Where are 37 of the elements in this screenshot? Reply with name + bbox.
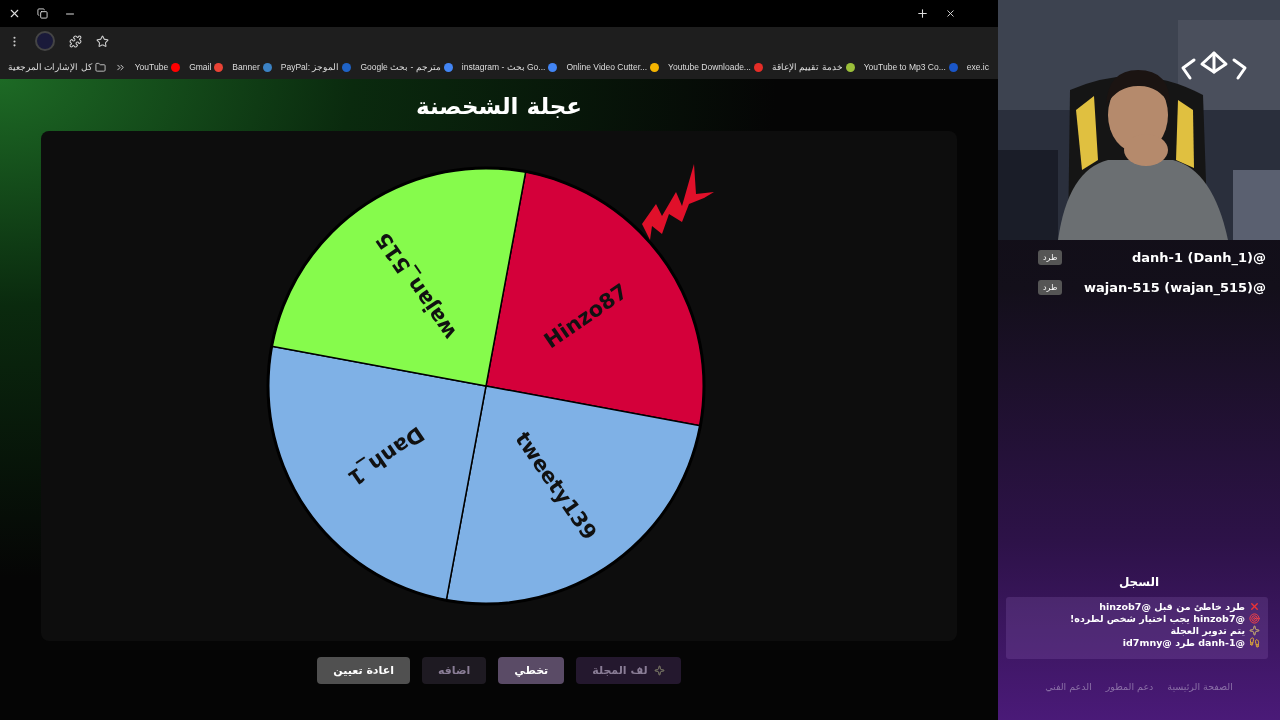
log-title: السجل xyxy=(1117,575,1161,589)
reset-button[interactable]: اعادة تعيين xyxy=(317,657,410,684)
sparkle-icon xyxy=(1249,625,1260,636)
logo-icon xyxy=(1180,50,1248,82)
log-entry: يتم تدوير العجلة xyxy=(1170,625,1245,636)
tab-close-icon[interactable] xyxy=(945,8,956,19)
log-entry: طرد خاطئ من قبل @hinzob7 xyxy=(1099,601,1245,612)
skip-button[interactable]: تخطي xyxy=(498,657,565,684)
bookmark[interactable]: خدمة تقييم الإعاقة xyxy=(771,62,855,72)
player-name: @wajan-515 (wajan_515) xyxy=(1083,280,1266,295)
sparkle-icon xyxy=(653,665,665,676)
star-icon[interactable] xyxy=(96,34,109,48)
bookmark[interactable]: YouTube xyxy=(134,62,181,72)
bookmark[interactable]: instagram - بحث Go... xyxy=(461,62,558,72)
bookmark[interactable]: Online Video Cutter... xyxy=(566,62,660,72)
target-icon xyxy=(1249,613,1260,624)
bookmark[interactable]: كل الإشارات المرجعية xyxy=(8,61,106,73)
page-title: عجلة الشخصنة xyxy=(415,93,583,119)
cross-icon xyxy=(1249,601,1260,612)
bookmark[interactable]: PayPal: الموجز xyxy=(280,62,352,72)
bookmark[interactable]: YouTube to Mp3 Co... xyxy=(863,62,958,72)
player-name: @danh-1 (Danh_1) xyxy=(1131,250,1266,265)
new-tab-icon[interactable] xyxy=(916,7,929,20)
kick-button[interactable]: طرد xyxy=(1038,280,1063,295)
bookmark[interactable]: Youtube Downloade... xyxy=(668,62,763,72)
restore-icon[interactable] xyxy=(37,8,48,19)
bookmark[interactable]: exe.ic xyxy=(966,62,989,72)
close-icon[interactable] xyxy=(8,7,21,20)
bookmark[interactable]: Banner xyxy=(232,62,272,72)
kick-button[interactable]: طرد xyxy=(1038,250,1063,265)
log-entry: @hinzob7 يجب اختيار شخص لطرده! xyxy=(1069,613,1245,624)
log-entry: @danh-1 طرد @id7mny xyxy=(1122,637,1245,648)
folder-icon xyxy=(94,61,106,73)
foot-icon xyxy=(1249,637,1260,648)
extensions-icon[interactable] xyxy=(69,34,82,48)
bookmark[interactable]: Gmail xyxy=(189,62,224,72)
bookmark[interactable]: Google مترجم - بحث xyxy=(360,62,453,72)
